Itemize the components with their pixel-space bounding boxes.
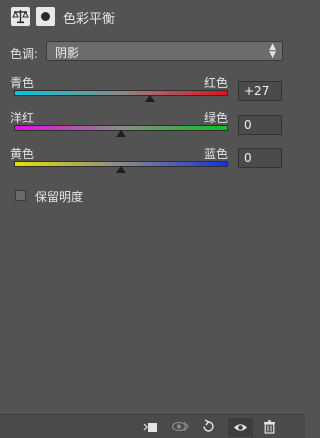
preserve-luminosity-label: 保留明度 <box>35 190 84 204</box>
slider-yellow-label: 黄色 <box>10 147 35 161</box>
magenta-green-value-input[interactable]: 0 <box>238 115 282 135</box>
cyan-red-track[interactable] <box>14 90 228 96</box>
slider-red-label: 红色 <box>204 76 229 90</box>
clip-to-layer-icon[interactable] <box>143 419 158 434</box>
slider-green-label: 绿色 <box>204 111 229 125</box>
slider-magenta-label: 洋红 <box>10 111 35 125</box>
cyan-red-slider-thumb[interactable] <box>144 95 155 102</box>
view-previous-icon[interactable] <box>171 419 190 434</box>
tone-select-value: 阴影 <box>55 46 80 60</box>
visibility-eye-icon <box>234 424 247 431</box>
layer-mask-icon[interactable] <box>36 7 55 26</box>
magenta-green-slider-thumb[interactable] <box>116 130 126 137</box>
cyan-red-value-input[interactable]: +27 <box>238 81 282 101</box>
visibility-toggle[interactable] <box>228 418 253 437</box>
tone-label: 色调: <box>10 47 39 61</box>
preserve-luminosity-checkbox[interactable] <box>15 190 26 201</box>
reset-icon[interactable] <box>201 419 216 434</box>
yellow-blue-value-input[interactable]: 0 <box>238 148 282 168</box>
panel-footer <box>0 414 305 438</box>
select-arrows-icon: ▲ ▼ <box>269 42 276 60</box>
trash-icon[interactable] <box>262 419 277 434</box>
slider-blue-label: 蓝色 <box>204 147 229 161</box>
balance-scale-icon[interactable] <box>11 7 30 26</box>
yellow-blue-slider-thumb[interactable] <box>116 166 126 173</box>
panel-title: 色彩平衡 <box>63 12 116 27</box>
tone-select[interactable]: 阴影 ▲ ▼ <box>46 41 283 61</box>
adjustment-panel: 色彩平衡 色调: 阴影 ▲ ▼ 青色 红色 +27 洋红 绿色 0 黄色 蓝色 0… <box>0 0 305 438</box>
slider-cyan-label: 青色 <box>10 76 35 90</box>
panel-header: 色彩平衡 <box>0 0 305 32</box>
